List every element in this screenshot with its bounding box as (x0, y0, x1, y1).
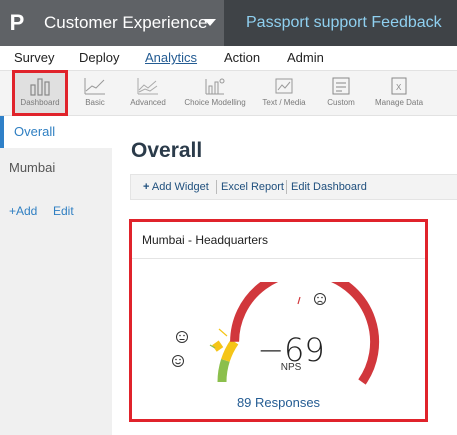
sidebar-add-link[interactable]: +Add (9, 204, 37, 218)
tool-text-media[interactable]: Text / Media (256, 71, 312, 115)
excel-data-icon: X (391, 77, 407, 95)
widget-title: Mumbai - Headquarters (142, 233, 269, 247)
advanced-chart-icon (137, 78, 158, 95)
tool-choice-modelling[interactable]: Choice Modelling (178, 71, 252, 115)
nav-admin[interactable]: Admin (287, 50, 324, 65)
custom-report-icon (332, 77, 350, 95)
basic-line-chart-icon (84, 78, 105, 95)
divider (132, 258, 425, 259)
tool-advanced[interactable]: Advanced (124, 71, 172, 115)
sad-face-icon (314, 293, 326, 305)
analytics-toolbar: Dashboard Basic Advanced Choice Modellin… (0, 70, 457, 116)
sidebar-item-mumbai[interactable]: Mumbai (9, 160, 55, 175)
nav-survey[interactable]: Survey (14, 50, 54, 65)
dashboard-highlight-box (12, 70, 68, 116)
tool-manage-data[interactable]: X Manage Data (370, 71, 428, 115)
tool-label: Text / Media (262, 98, 306, 107)
neutral-face-icon (176, 331, 188, 343)
plus-icon: + (143, 181, 150, 193)
excel-report-button[interactable]: Excel Report (221, 181, 284, 193)
sidebar-item-label: Overall (14, 124, 56, 139)
divider (286, 180, 287, 194)
happy-face-icon (172, 355, 184, 367)
top-header: P Customer Experience Passport support F… (0, 0, 457, 46)
app-logo[interactable]: P (0, 0, 34, 46)
app-switcher-title[interactable]: Customer Experience (44, 0, 207, 46)
divider (216, 180, 217, 194)
tool-label: Advanced (130, 98, 166, 107)
tool-label: Choice Modelling (184, 98, 246, 107)
tool-basic[interactable]: Basic (76, 71, 114, 115)
gauge-passives-arc (221, 339, 239, 362)
chevron-down-icon[interactable] (204, 19, 216, 26)
text-media-icon (275, 78, 293, 94)
gauge-promoters-arc (217, 359, 230, 383)
nps-label: NPS (280, 362, 302, 373)
add-widget-button[interactable]: + Add Widget (143, 181, 209, 193)
nav-deploy[interactable]: Deploy (79, 50, 119, 65)
page-title: Overall (131, 139, 203, 162)
dashboard-actions-bar: + Add Widget Excel Report Edit Dashboard (130, 174, 457, 200)
sidebar-edit-link[interactable]: Edit (53, 204, 74, 218)
nav-action[interactable]: Action (224, 50, 260, 65)
edit-dashboard-button[interactable]: Edit Dashboard (291, 181, 367, 193)
nav-analytics[interactable]: Analytics (145, 50, 197, 65)
add-widget-label: Add Widget (151, 181, 209, 193)
svg-text:X: X (396, 83, 402, 92)
tool-label: Manage Data (374, 98, 424, 107)
responses-count[interactable]: 89 Responses (132, 395, 425, 410)
project-name[interactable]: Passport support Feedback (224, 0, 457, 46)
choice-modelling-icon (205, 78, 225, 95)
tool-custom[interactable]: Custom (322, 71, 360, 115)
tool-label: Custom (327, 98, 355, 107)
gauge-marker (210, 339, 225, 354)
nps-widget[interactable]: Mumbai - Headquarters −69 NPS 89 Respons (129, 219, 428, 422)
tool-label: Basic (85, 98, 105, 107)
sidebar-item-overall[interactable]: Overall (0, 116, 112, 148)
dashboard-sidebar: Overall Mumbai +Add Edit (0, 116, 112, 435)
main-nav: Survey Deploy Analytics Action Admin (0, 46, 457, 70)
selected-indicator (0, 116, 4, 148)
